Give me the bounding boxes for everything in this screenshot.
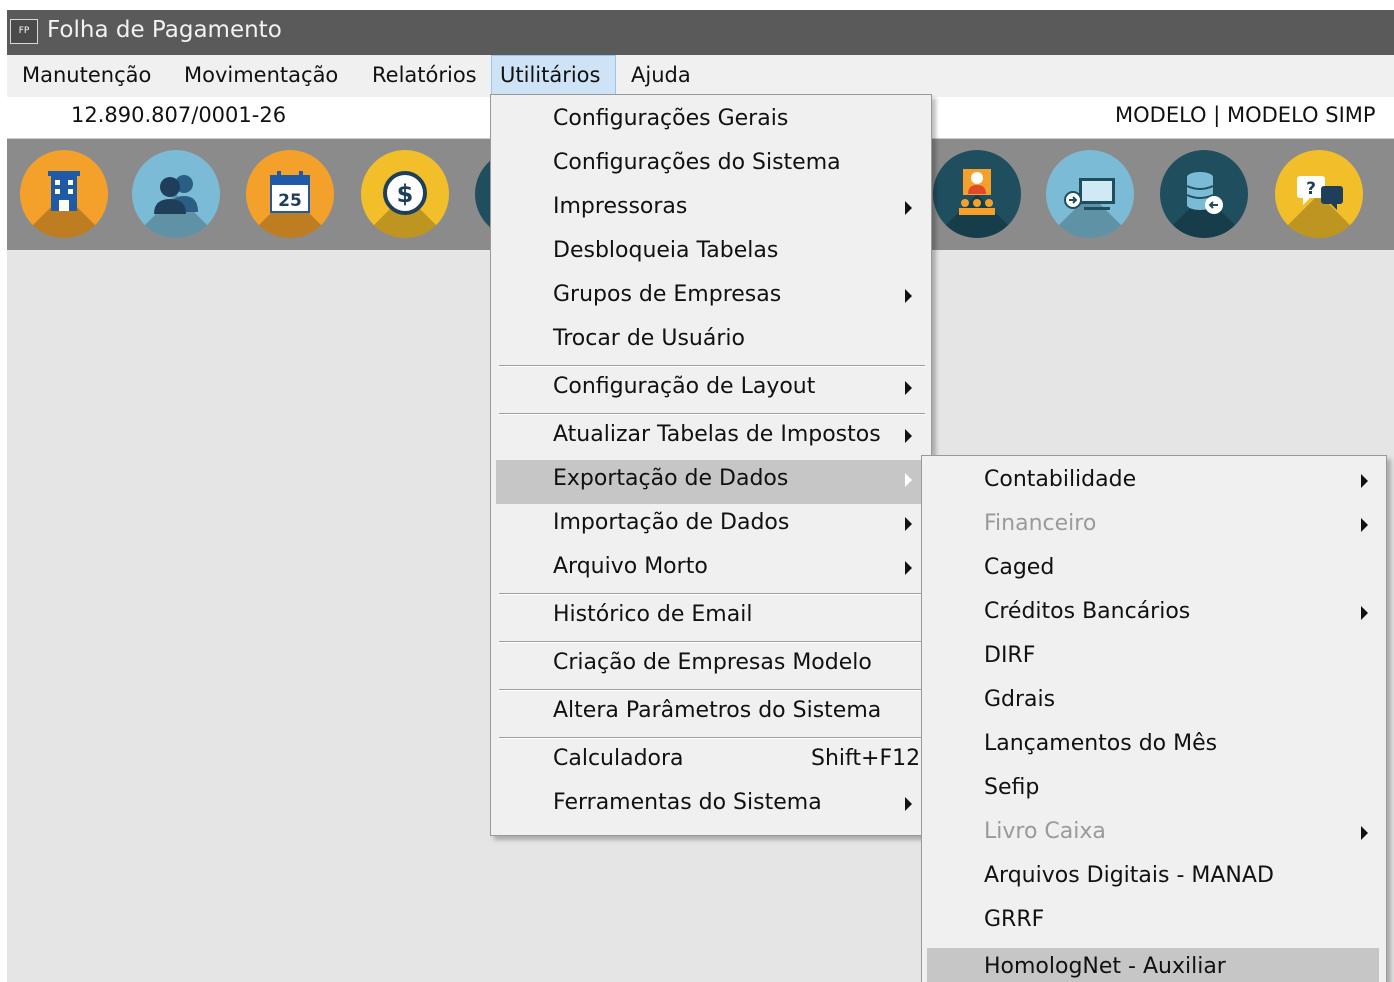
menu-item-creditos-bancarios[interactable]: Créditos Bancários [925,593,1383,637]
menu-item-livro-caixa[interactable]: Livro Caixa [925,813,1383,857]
menu-bar: Manutenção Movimentação Relatórios Utili… [7,55,1394,97]
submenu-arrow-icon [905,381,912,395]
menu-item-exportacao-dados[interactable]: Exportação de Dados [496,460,923,504]
exportacao-submenu: Contabilidade Financeiro Caged Créditos … [921,455,1387,982]
menu-item-impressoras[interactable]: Impressoras [494,188,928,232]
submenu-arrow-icon [905,201,912,215]
svg-text:25: 25 [278,191,302,211]
dollar-icon[interactable]: $ [361,150,449,238]
svg-text:$: $ [397,180,414,208]
window-title: Folha de Pagamento [47,17,282,43]
menu-item-desbloqueia-tabelas[interactable]: Desbloqueia Tabelas [494,232,928,276]
menu-utilitarios[interactable]: Utilitários [491,55,616,97]
shortcut-label: Shift+F12 [811,746,921,771]
menu-item-criacao-empresas-modelo[interactable]: Criação de Empresas Modelo [494,644,928,688]
menu-item-arquivos-digitais-manad[interactable]: Arquivos Digitais - MANAD [925,857,1383,901]
menu-separator [499,737,925,739]
menu-item-atualizar-tabelas[interactable]: Atualizar Tabelas de Impostos [494,416,928,460]
menu-item-historico-email[interactable]: Histórico de Email [494,596,928,640]
menu-item-trocar-usuario[interactable]: Trocar de Usuário [494,320,928,364]
menu-separator [499,365,925,367]
menu-item-configuracoes-sistema[interactable]: Configurações do Sistema [494,144,928,188]
menu-item-calculadora[interactable]: Calculadora Shift+F12 [494,740,928,784]
menu-relatorios[interactable]: Relatórios [364,55,485,97]
submenu-arrow-icon [1361,518,1368,532]
menu-item-sefip[interactable]: Sefip [925,769,1383,813]
menu-item-configuracoes-gerais[interactable]: Configurações Gerais [494,100,928,144]
menu-separator [499,413,925,415]
users-icon[interactable] [132,150,220,238]
menu-item-configuracao-layout[interactable]: Configuração de Layout [494,368,928,412]
menu-item-importacao-dados[interactable]: Importação de Dados [494,504,928,548]
menu-item-dirf[interactable]: DIRF [925,637,1383,681]
menu-item-financeiro[interactable]: Financeiro [925,505,1383,549]
menu-manutencao[interactable]: Manutenção [14,55,159,97]
submenu-arrow-icon [905,473,912,487]
help-chat-icon[interactable]: ? [1275,150,1363,238]
menu-movimentacao[interactable]: Movimentação [176,55,346,97]
menu-item-ferramentas-sistema[interactable]: Ferramentas do Sistema [494,784,928,828]
menu-item-caged[interactable]: Caged [925,549,1383,593]
submenu-arrow-icon [1361,606,1368,620]
submenu-arrow-icon [1361,474,1368,488]
company-name: MODELO | MODELO SIMP [1115,103,1376,127]
submenu-arrow-icon [905,561,912,575]
menu-item-lancamentos-mes[interactable]: Lançamentos do Mês [925,725,1383,769]
employees-icon[interactable] [933,150,1021,238]
title-bar: FP Folha de Pagamento [7,10,1394,55]
menu-item-altera-parametros[interactable]: Altera Parâmetros do Sistema [494,692,928,736]
menu-separator [499,641,925,643]
menu-item-homolognet-auxiliar[interactable]: HomologNet - Auxiliar [927,948,1379,982]
menu-item-grrf[interactable]: GRRF [925,901,1383,945]
menu-ajuda[interactable]: Ajuda [623,55,699,97]
company-cnpj: 12.890.807/0001-26 [71,103,287,127]
menu-item-gdrais[interactable]: Gdrais [925,681,1383,725]
menu-item-contabilidade[interactable]: Contabilidade [925,461,1383,505]
submenu-arrow-icon [1361,826,1368,840]
svg-text:?: ? [1306,179,1316,199]
menu-separator [499,593,925,595]
app-icon: FP [10,19,38,44]
submenu-arrow-icon [905,797,912,811]
menu-item-grupos-empresas[interactable]: Grupos de Empresas [494,276,928,320]
remote-access-icon[interactable] [1046,150,1134,238]
submenu-arrow-icon [905,429,912,443]
database-icon[interactable] [1160,150,1248,238]
submenu-arrow-icon [905,517,912,531]
menu-separator [499,689,925,691]
menu-item-arquivo-morto[interactable]: Arquivo Morto [494,548,928,592]
utilitarios-menu: Configurações Gerais Configurações do Si… [490,94,932,836]
building-icon[interactable] [20,150,108,238]
submenu-arrow-icon [905,289,912,303]
calendar-icon[interactable]: 25 [246,150,334,238]
app-window: FP Folha de Pagamento Manutenção Movimen… [7,10,1394,982]
